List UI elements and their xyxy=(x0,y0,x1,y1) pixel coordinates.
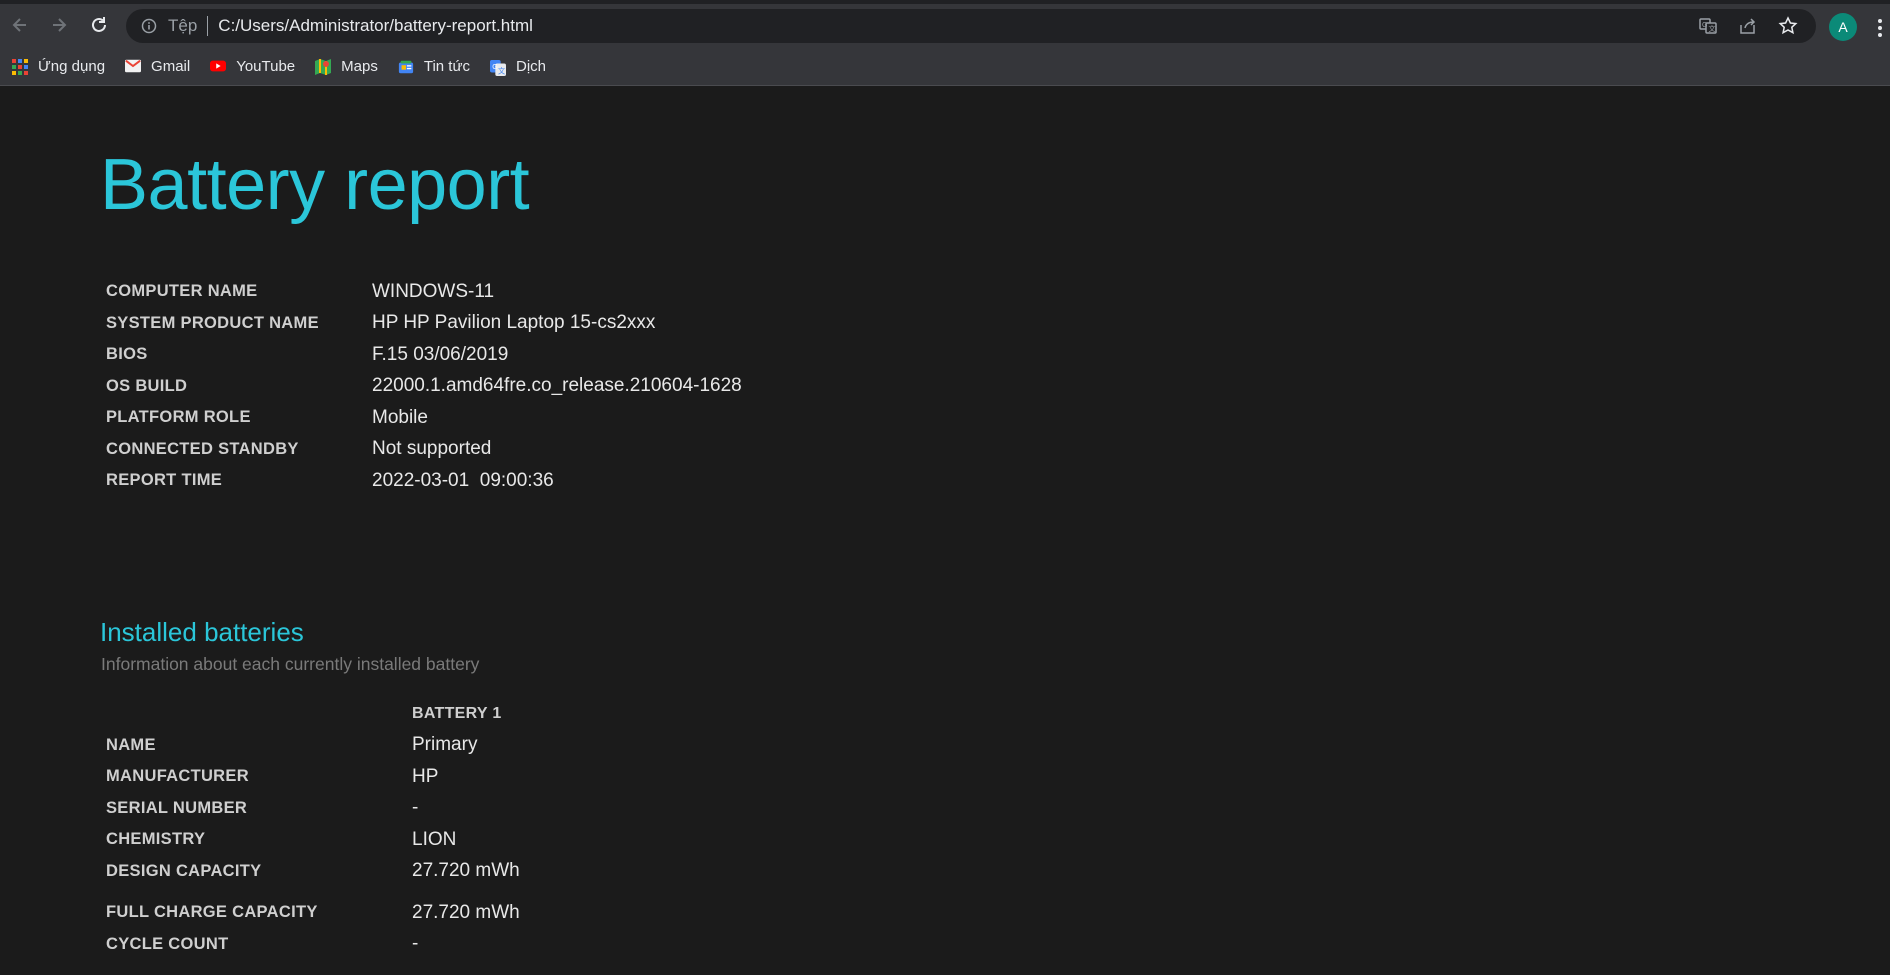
translate-icon: G文 xyxy=(490,59,507,76)
table-row: NAME Primary xyxy=(106,730,718,762)
table-row: CYCLE COUNT - xyxy=(106,929,718,961)
row-value: LION xyxy=(412,828,457,850)
row-value: 27.720 mWh xyxy=(412,901,520,923)
row-label: SYSTEM PRODUCT NAME xyxy=(106,313,319,332)
bookmark-label: Ứng dụng xyxy=(38,58,106,75)
translate-page-icon[interactable]: G文 xyxy=(1696,14,1720,38)
row-value: F.15 03/06/2019 xyxy=(372,343,509,365)
row-value: Primary xyxy=(412,734,478,756)
table-row: PLATFORM ROLE Mobile xyxy=(106,402,742,434)
reload-button[interactable] xyxy=(84,10,114,40)
bookmark-label: Gmail xyxy=(151,58,191,75)
system-info-table: COMPUTER NAME WINDOWS-11 SYSTEM PRODUCT N… xyxy=(106,276,742,497)
bookmark-apps[interactable]: Ứng dụng xyxy=(12,58,105,75)
bookmark-youtube[interactable]: YouTube xyxy=(210,58,295,75)
row-label: COMPUTER NAME xyxy=(106,282,258,301)
row-value: HP xyxy=(412,765,439,787)
bookmark-news[interactable]: Tin tức xyxy=(398,58,470,75)
arrow-right-icon xyxy=(53,18,67,32)
table-row: COMPUTER NAME WINDOWS-11 xyxy=(106,276,742,308)
news-icon xyxy=(398,59,414,75)
table-row: MANUFACTURER HP xyxy=(106,761,718,793)
row-value: Mobile xyxy=(372,406,428,428)
bookmarks-bar: Ứng dụng Gmail YouTube Maps Tin tức G文 D… xyxy=(0,48,1890,86)
arrow-left-icon xyxy=(12,18,26,32)
share-icon[interactable] xyxy=(1736,14,1760,38)
table-header-row: BATTERY 1 xyxy=(106,698,718,730)
kebab-menu-icon[interactable] xyxy=(1876,16,1884,40)
row-label: FULL CHARGE CAPACITY xyxy=(106,903,318,922)
back-button[interactable] xyxy=(5,10,35,40)
svg-text:文: 文 xyxy=(498,66,505,75)
row-label: CONNECTED STANDBY xyxy=(106,439,299,458)
row-label: CYCLE COUNT xyxy=(106,934,229,953)
bookmark-label: Tin tức xyxy=(423,58,471,75)
bookmark-gmail[interactable]: Gmail xyxy=(125,58,190,75)
row-label: BIOS xyxy=(106,345,148,364)
svg-text:G: G xyxy=(492,62,498,70)
forward-button[interactable] xyxy=(44,10,74,40)
browser-toolbar: Tệp C:/Users/Administrator/battery-repor… xyxy=(0,0,1890,48)
row-label: PLATFORM ROLE xyxy=(106,408,251,427)
bookmark-translate[interactable]: G文 Dịch xyxy=(490,58,547,76)
youtube-icon xyxy=(210,59,227,75)
profile-avatar[interactable]: A xyxy=(1829,13,1857,41)
scheme-label: Tệp xyxy=(168,16,198,35)
url-text[interactable]: C:/Users/Administrator/battery-report.ht… xyxy=(218,16,533,36)
page-title: Battery report xyxy=(100,145,530,225)
row-value: 22000.1.amd64fre.co_release.210604-1628 xyxy=(372,375,742,397)
row-value: Not supported xyxy=(372,438,492,460)
report-page: Battery report COMPUTER NAME WINDOWS-11 S… xyxy=(0,86,1890,975)
row-value: 27.720 mWh xyxy=(412,860,520,882)
gmail-icon xyxy=(125,59,142,75)
row-label: DESIGN CAPACITY xyxy=(106,861,262,880)
section-heading: Installed batteries xyxy=(100,617,304,647)
scheme-divider xyxy=(207,16,209,36)
svg-text:文: 文 xyxy=(1709,24,1716,33)
bookmark-label: YouTube xyxy=(236,58,296,75)
reload-icon xyxy=(92,17,106,32)
table-row: CONNECTED STANDBY Not supported xyxy=(106,434,742,466)
table-row: FULL CHARGE CAPACITY 27.720 mWh xyxy=(106,887,718,929)
row-label: REPORT TIME xyxy=(106,471,223,490)
table-row: DESIGN CAPACITY 27.720 mWh xyxy=(106,856,718,888)
table-row: SYSTEM PRODUCT NAME HP HP Pavilion Laptop… xyxy=(106,308,742,340)
row-label: MANUFACTURER xyxy=(106,767,249,786)
bookmark-label: Dịch xyxy=(516,58,547,75)
table-row: REPORT TIME 2022-03-01 09:00:36 xyxy=(106,465,742,497)
table-row: SERIAL NUMBER - xyxy=(106,793,718,825)
maps-icon xyxy=(315,58,332,75)
table-row: CHEMISTRY LION xyxy=(106,824,718,856)
bookmark-star-icon[interactable] xyxy=(1776,14,1800,38)
table-row: OS BUILD 22000.1.amd64fre.co_release.2106… xyxy=(106,371,742,403)
bookmark-label: Maps xyxy=(341,58,378,75)
info-icon[interactable] xyxy=(140,17,158,35)
row-value: 2022-03-01 09:00:36 xyxy=(372,469,554,491)
address-bar[interactable]: Tệp C:/Users/Administrator/battery-repor… xyxy=(126,9,1816,43)
row-label: NAME xyxy=(106,735,156,754)
installed-batteries-table: BATTERY 1 NAME Primary MANUFACTURER HP SER… xyxy=(106,698,718,960)
apps-grid-icon xyxy=(12,58,28,75)
row-label: OS BUILD xyxy=(106,376,188,395)
table-row: BIOS F.15 03/06/2019 xyxy=(106,339,742,371)
svg-text:G: G xyxy=(1702,22,1707,29)
bookmark-maps[interactable]: Maps xyxy=(315,58,378,75)
row-label: CHEMISTRY xyxy=(106,830,206,849)
row-value: WINDOWS-11 xyxy=(372,280,495,302)
row-value: - xyxy=(412,797,419,819)
section-subtitle: Information about each currently install… xyxy=(101,654,480,674)
column-header: BATTERY 1 xyxy=(412,704,502,722)
row-value: - xyxy=(412,933,419,955)
row-label: SERIAL NUMBER xyxy=(106,798,248,817)
row-value: HP HP Pavilion Laptop 15-cs2xxx xyxy=(372,312,656,334)
